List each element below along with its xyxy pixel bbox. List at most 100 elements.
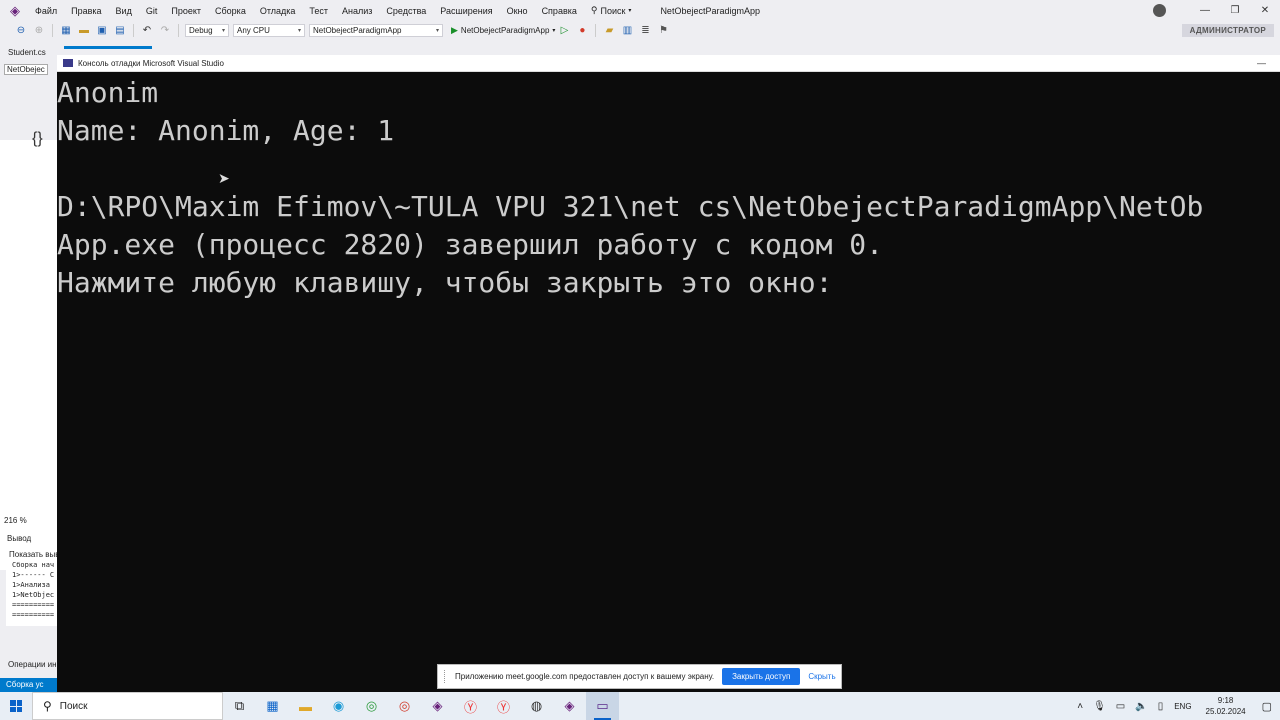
- background-operations-label[interactable]: Операции ин: [8, 660, 57, 669]
- chrome-icon[interactable]: ◎: [355, 692, 388, 720]
- start-debugging-label: NetObejectParadigmApp: [460, 26, 550, 35]
- admin-badge: АДМИНИСТРАТОР: [1181, 24, 1274, 37]
- new-item-icon[interactable]: ▦: [59, 24, 73, 38]
- bookmark-icon[interactable]: ⚑: [656, 24, 670, 38]
- toolbar-separator: [133, 24, 134, 37]
- save-all-icon[interactable]: ▤: [113, 24, 127, 38]
- console-app-icon: [63, 59, 73, 67]
- network-icon[interactable]: ▭: [1111, 701, 1130, 712]
- editor-background: NetObejec {} 216 % Вывод Показать выв Сб…: [0, 60, 57, 690]
- output-panel: Сборка нач 1>------ С 1>Анализа 1>NetObj…: [6, 560, 57, 626]
- visual-studio-logo-icon[interactable]: ◈: [8, 3, 22, 18]
- microphone-icon[interactable]: 🎙: [1088, 701, 1111, 712]
- platform-value: Any CPU: [237, 26, 270, 35]
- chevron-down-icon: ▾: [628, 8, 632, 14]
- clock-time: 9:18: [1217, 696, 1234, 705]
- search-icon: ⚲: [43, 699, 52, 713]
- start-without-debugging-icon[interactable]: ▷: [557, 24, 571, 38]
- save-icon[interactable]: ▣: [95, 24, 109, 38]
- toolbar-separator: [52, 24, 53, 37]
- language-indicator[interactable]: ENG: [1168, 702, 1197, 711]
- debug-console-taskbar-icon[interactable]: ▭: [586, 692, 619, 720]
- namespace-icon: {}: [32, 130, 43, 147]
- toolbar-separator: [595, 24, 597, 37]
- toolbox-icon[interactable]: ▰: [602, 24, 616, 38]
- menu-project[interactable]: Проект: [164, 6, 208, 16]
- minimize-icon[interactable]: —: [1257, 58, 1266, 68]
- stop-sharing-button[interactable]: Закрыть доступ: [722, 668, 801, 685]
- menu-analyze[interactable]: Анализ: [335, 6, 379, 16]
- standard-toolbar: ⊖ ⊕ ▦ ▬ ▣ ▤ ↶ ↷ Debug ▾ Any CPU ▾ NetObe…: [0, 21, 1280, 40]
- startup-project-value: NetObejectParadigmApp: [313, 26, 402, 35]
- code-editor[interactable]: [0, 140, 57, 570]
- menu-git[interactable]: Git: [139, 6, 165, 16]
- edge-icon[interactable]: ◉: [322, 692, 355, 720]
- hot-reload-icon[interactable]: ●: [575, 24, 589, 38]
- debug-console-window[interactable]: Консоль отладки Microsoft Visual Studio …: [57, 55, 1280, 692]
- menu-help[interactable]: Справка: [535, 6, 584, 16]
- console-line: Anonim: [57, 76, 159, 109]
- start-button[interactable]: [0, 692, 32, 720]
- start-debugging-button[interactable]: ▶ NetObejectParadigmApp ▾: [451, 25, 555, 36]
- output-line: 1>NetObjec: [12, 591, 55, 599]
- active-tab-indicator: [63, 46, 152, 49]
- taskbar-search-input[interactable]: ⚲ Поиск: [32, 692, 223, 720]
- notification-icon[interactable]: ▢: [1254, 700, 1280, 713]
- console-titlebar[interactable]: Консоль отладки Microsoft Visual Studio …: [57, 55, 1280, 72]
- minimize-icon[interactable]: —: [1190, 5, 1220, 16]
- clock[interactable]: 9:18 25.02.2024: [1198, 695, 1254, 717]
- tab-student-cs[interactable]: Student.cs: [0, 46, 54, 60]
- console-line: Name: Anonim, Age: 1: [57, 114, 395, 147]
- volume-icon[interactable]: 🔈: [1130, 701, 1152, 712]
- task-view-icon[interactable]: ⧉: [223, 692, 256, 720]
- menu-edit[interactable]: Правка: [64, 6, 108, 16]
- startup-project-dropdown[interactable]: NetObejectParadigmApp ▾: [309, 24, 443, 37]
- obs-icon[interactable]: ◍: [520, 692, 553, 720]
- visual-studio-running-icon[interactable]: ◈: [553, 692, 586, 720]
- menu-debug[interactable]: Отладка: [253, 6, 303, 16]
- console-line: App.exe (процесс 2820) завершил работу с…: [57, 228, 884, 261]
- chevron-up-icon[interactable]: ˄: [1072, 701, 1088, 712]
- yandex-browser-icon[interactable]: Ⓨ: [454, 692, 487, 720]
- chrome-profile-icon[interactable]: ◎: [388, 692, 421, 720]
- drag-handle-icon[interactable]: [444, 670, 449, 683]
- platform-dropdown[interactable]: Any CPU ▾: [233, 24, 305, 37]
- zoom-level[interactable]: 216 %: [4, 516, 27, 525]
- menu-test[interactable]: Тест: [302, 6, 335, 16]
- layout-icon[interactable]: ▥: [620, 24, 634, 38]
- hide-button[interactable]: Скрыть: [808, 672, 835, 681]
- back-icon[interactable]: ⊖: [14, 24, 28, 38]
- configuration-value: Debug: [189, 26, 213, 35]
- output-panel-title: Вывод: [7, 534, 32, 543]
- navigation-bar-project[interactable]: NetObejec: [4, 64, 48, 75]
- forward-icon[interactable]: ⊕: [32, 24, 46, 38]
- undo-icon[interactable]: ↶: [140, 24, 154, 38]
- search-menu-label: Поиск: [600, 5, 626, 16]
- menu-extensions[interactable]: Расширения: [433, 6, 499, 16]
- windows-logo-icon: [10, 700, 22, 712]
- redo-icon[interactable]: ↷: [158, 24, 172, 38]
- output-source-label: Показать выв: [9, 550, 57, 559]
- search-menu[interactable]: ⚲ Поиск ▾: [584, 5, 639, 16]
- avatar[interactable]: [1153, 4, 1166, 17]
- configuration-dropdown[interactable]: Debug ▾: [185, 24, 229, 37]
- close-icon[interactable]: ✕: [1250, 5, 1280, 16]
- clock-date: 25.02.2024: [1205, 707, 1246, 716]
- menu-tools[interactable]: Средства: [379, 6, 433, 16]
- yandex-browser-alt-icon[interactable]: Ⓨ: [487, 692, 520, 720]
- menu-window[interactable]: Окно: [500, 6, 535, 16]
- chevron-down-icon: ▾: [435, 28, 439, 34]
- menu-build[interactable]: Сборка: [208, 6, 253, 16]
- chevron-down-icon: ▾: [221, 28, 225, 34]
- restore-icon[interactable]: ❐: [1220, 5, 1250, 16]
- menu-view[interactable]: Вид: [109, 6, 139, 16]
- system-tray: ˄ 🎙 ▭ 🔈 ▯ ENG 9:18 25.02.2024 ▢: [1072, 692, 1280, 720]
- open-folder-icon[interactable]: ▬: [77, 24, 91, 38]
- visual-studio-icon[interactable]: ◈: [421, 692, 454, 720]
- file-explorer-icon[interactable]: ▬: [289, 692, 322, 720]
- menu-file[interactable]: Файл: [28, 6, 64, 16]
- comment-icon[interactable]: ≣: [638, 24, 652, 38]
- store-icon[interactable]: ▦: [256, 692, 289, 720]
- battery-icon[interactable]: ▯: [1153, 701, 1169, 712]
